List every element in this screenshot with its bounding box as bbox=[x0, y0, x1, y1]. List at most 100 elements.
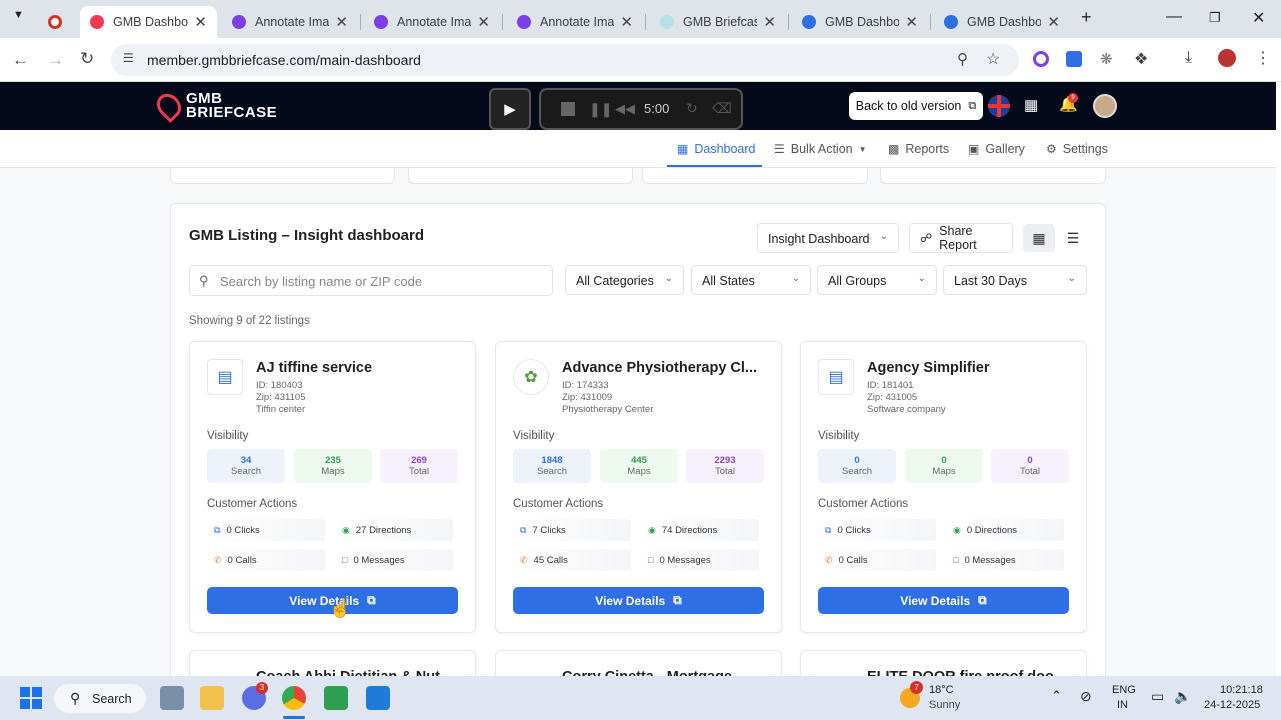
view-details-button[interactable]: View Details ⧉ bbox=[818, 587, 1069, 614]
close-tab-icon[interactable]: ✕ bbox=[477, 13, 490, 31]
language-code[interactable]: ENG bbox=[1112, 684, 1136, 696]
view-details-button[interactable]: View Details ⧉ bbox=[513, 587, 764, 614]
user-avatar[interactable] bbox=[1093, 94, 1117, 118]
spreadsheet-app-icon[interactable] bbox=[366, 686, 390, 710]
tab-annotate-3[interactable]: Annotate Images ✕ bbox=[507, 6, 643, 38]
group-filter-value: All Groups bbox=[828, 274, 887, 288]
tab-annotate-2[interactable]: Annotate Images ✕ bbox=[364, 6, 500, 38]
stop-icon[interactable] bbox=[561, 102, 575, 116]
visibility-label: Visibility bbox=[513, 430, 555, 442]
site-info-icon[interactable]: ☰ bbox=[123, 51, 134, 65]
list-view-button[interactable]: ☰ bbox=[1057, 224, 1089, 252]
category-filter-value: All Categories bbox=[576, 274, 654, 288]
calls-value: 0 Calls bbox=[838, 554, 868, 566]
grid-apps-icon[interactable]: ▦ bbox=[1024, 96, 1038, 114]
extension-annotate-icon[interactable] bbox=[1033, 51, 1049, 67]
taskbar-search-box[interactable]: ⚲ Search bbox=[54, 684, 146, 713]
logo-pin-icon bbox=[152, 89, 186, 123]
close-tab-icon[interactable]: ✕ bbox=[620, 13, 633, 31]
back-icon[interactable]: ← bbox=[12, 50, 29, 70]
tab-gmb-dashboard-3[interactable]: GMB Dashboard ✕ bbox=[934, 6, 1070, 38]
forward-icon[interactable]: → bbox=[47, 50, 64, 70]
state-filter-select[interactable]: All States ⌄ bbox=[691, 265, 811, 295]
message-icon: □ bbox=[648, 555, 654, 565]
category-filter-select[interactable]: All Categories ⌄ bbox=[565, 265, 684, 295]
nav-gallery[interactable]: ▣ Gallery bbox=[968, 142, 1025, 156]
search-placeholder: Search by listing name or ZIP code bbox=[220, 274, 423, 289]
back-to-old-version-button[interactable]: Back to old version ⧉ bbox=[849, 92, 983, 120]
extension-swirl-icon[interactable]: ❋ bbox=[1100, 50, 1113, 68]
directions-stat: ◉ 74 Directions bbox=[641, 519, 759, 541]
reload-icon[interactable]: ↻ bbox=[80, 49, 94, 69]
listing-name[interactable]: Advance Physiotherapy Cl... bbox=[562, 360, 767, 376]
restart-icon[interactable]: ↻ bbox=[686, 100, 698, 117]
file-explorer-icon[interactable] bbox=[200, 686, 224, 710]
bookmark-star-icon[interactable]: ☆ bbox=[986, 49, 1000, 69]
close-tab-icon[interactable]: ✕ bbox=[194, 13, 207, 31]
profile-avatar[interactable] bbox=[1218, 49, 1236, 67]
display-icon[interactable]: ▭ bbox=[1151, 688, 1164, 705]
listing-search-input[interactable]: ⚲ Search by listing name or ZIP code bbox=[189, 265, 553, 296]
windows-taskbar: ⚲ Search 3 7 18°C Sunny ⌃ ⊘ ENG IN ▭ 🔈 1… bbox=[0, 676, 1281, 720]
chrome-icon[interactable] bbox=[282, 686, 306, 710]
message-icon: □ bbox=[342, 555, 348, 565]
close-tab-icon[interactable]: ✕ bbox=[905, 13, 918, 31]
listing-zip: Zip: 431009 bbox=[562, 392, 613, 403]
pause-icon[interactable]: ❚❚ bbox=[589, 101, 612, 118]
volume-muted-icon[interactable]: 🔈 bbox=[1174, 688, 1191, 705]
tab-recording[interactable] bbox=[38, 6, 80, 38]
nav-settings[interactable]: ⚙ Settings bbox=[1046, 142, 1108, 156]
grid-view-button[interactable]: ▦ bbox=[1023, 224, 1055, 252]
close-tab-icon[interactable]: ✕ bbox=[763, 13, 776, 31]
tab-gmb-briefcase[interactable]: GMB Briefcase ✕ bbox=[650, 6, 786, 38]
app-header: GMB BRIEFCASE ▶ ❚❚ ◀◀ 5:00 ↻ ⌫ Back to o… bbox=[0, 82, 1276, 130]
network-off-icon[interactable]: ⊘ bbox=[1080, 688, 1092, 705]
group-filter-select[interactable]: All Groups ⌄ bbox=[817, 265, 937, 295]
browser-tab-strip: ▼ GMB Dashboard ✕ Annotate Images ✕ Anno… bbox=[0, 0, 1281, 38]
nav-reports[interactable]: ▩ Reports bbox=[888, 142, 949, 156]
annotate-favicon-icon bbox=[232, 15, 246, 29]
sheets-app-icon[interactable] bbox=[324, 686, 348, 710]
tab-gmb-dashboard-active[interactable]: GMB Dashboard ✕ bbox=[80, 6, 217, 38]
tab-annotate-1[interactable]: Annotate Images ✕ bbox=[222, 6, 358, 38]
external-link-icon: ⧉ bbox=[367, 593, 376, 607]
clock-date[interactable]: 24-12-2025 bbox=[1204, 699, 1260, 711]
clock-time[interactable]: 10:21:18 bbox=[1220, 684, 1263, 696]
dashboard-type-select[interactable]: Insight Dashboard ⌄ bbox=[757, 223, 899, 253]
trash-icon[interactable]: ⌫ bbox=[712, 100, 732, 117]
new-tab-icon[interactable]: + bbox=[1081, 7, 1092, 28]
extension-gear-icon[interactable] bbox=[1066, 51, 1082, 67]
visibility-label: Visibility bbox=[818, 430, 860, 442]
nav-dashboard[interactable]: ▦ Dashboard bbox=[677, 142, 756, 156]
external-link-icon: ⧉ bbox=[520, 524, 527, 535]
address-bar[interactable]: ☰ member.gmbbriefcase.com/main-dashboard… bbox=[111, 44, 1019, 76]
calls-value: 0 Calls bbox=[227, 554, 257, 566]
calculator-icon[interactable] bbox=[160, 686, 184, 710]
camera-record-button[interactable]: ▶ bbox=[489, 88, 531, 130]
view-details-label: View Details bbox=[900, 593, 971, 608]
extensions-puzzle-icon[interactable]: ❖ bbox=[1134, 49, 1148, 69]
menu-kebab-icon[interactable]: ⋮ bbox=[1255, 48, 1271, 68]
download-icon[interactable]: ⤓ bbox=[1185, 49, 1192, 67]
date-range-select[interactable]: Last 30 Days ⌄ bbox=[943, 265, 1087, 295]
search-views-value: 1848 bbox=[541, 455, 563, 466]
close-tab-icon[interactable]: ✕ bbox=[1047, 13, 1060, 31]
restore-icon[interactable]: ❐ bbox=[1209, 10, 1221, 26]
tab-search-icon[interactable]: ▼ bbox=[13, 9, 24, 21]
nav-bulk-action[interactable]: ☰ Bulk Action ▼ bbox=[774, 142, 867, 156]
chevron-up-icon[interactable]: ⌃ bbox=[1051, 688, 1062, 704]
gmb-briefcase-logo[interactable]: GMB BRIEFCASE bbox=[152, 89, 277, 123]
minimize-icon[interactable]: — bbox=[1166, 8, 1182, 26]
share-report-button[interactable]: ☍ Share Report bbox=[909, 223, 1013, 253]
uk-flag-language-icon[interactable] bbox=[988, 95, 1010, 117]
close-tab-icon[interactable]: ✕ bbox=[335, 13, 348, 31]
main-nav: ▦ Dashboard ☰ Bulk Action ▼ ▩ Reports ▣ Galle… bbox=[0, 130, 1276, 168]
messages-value: 0 Messages bbox=[659, 554, 711, 566]
rewind-icon[interactable]: ◀◀ bbox=[615, 101, 635, 117]
listing-name[interactable]: Agency Simplifier bbox=[867, 360, 1072, 376]
zoom-icon[interactable]: ⚲ bbox=[957, 50, 968, 68]
windows-start-icon[interactable] bbox=[20, 687, 42, 709]
tab-gmb-dashboard-2[interactable]: GMB Dashboard ✕ bbox=[792, 6, 928, 38]
close-window-icon[interactable]: ✕ bbox=[1252, 8, 1265, 28]
listing-name[interactable]: AJ tiffine service bbox=[256, 360, 461, 376]
